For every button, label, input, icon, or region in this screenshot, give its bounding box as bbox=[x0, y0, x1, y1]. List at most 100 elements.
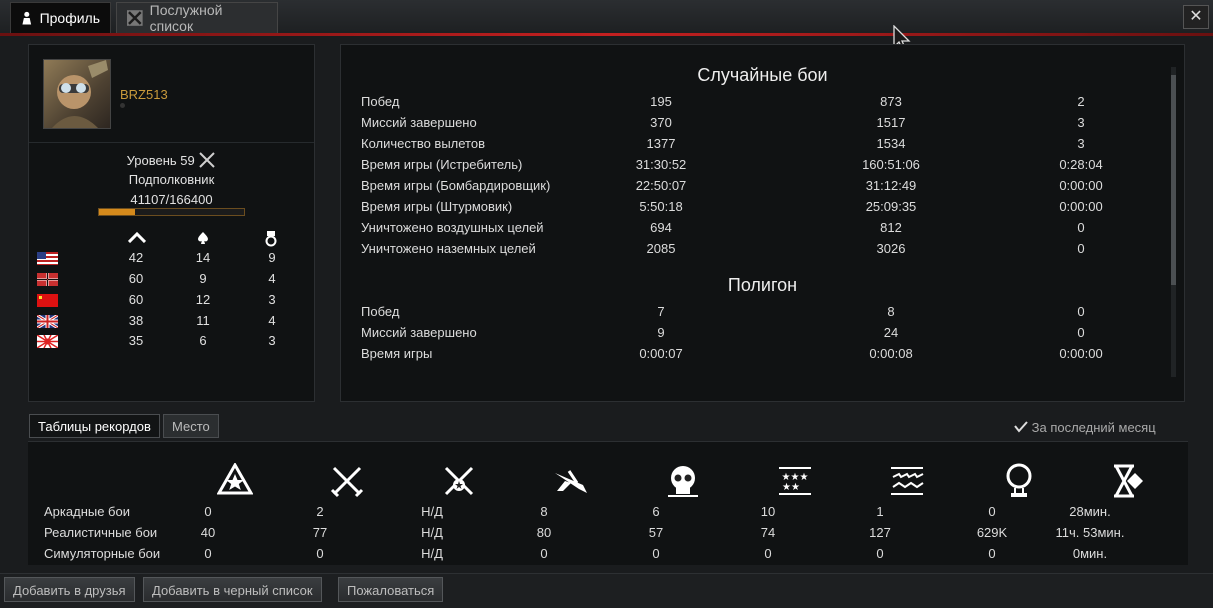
tab-service-record-label: Послужной список bbox=[149, 2, 223, 34]
stat-value: 195 bbox=[650, 94, 672, 109]
record-value: Н/Д bbox=[421, 546, 443, 561]
nation-row: 35 6 3 bbox=[29, 331, 314, 351]
stats-scrollbar[interactable] bbox=[1171, 67, 1176, 377]
germany-flag-icon bbox=[37, 273, 58, 286]
stat-value: 1534 bbox=[876, 136, 906, 151]
record-value: 0 bbox=[764, 546, 772, 561]
record-value: 77 bbox=[312, 525, 328, 540]
record-row: Симуляторные бои 0 0 Н/Д 0 0 0 0 0 0мин. bbox=[44, 546, 1194, 566]
nation-row: 60 9 4 bbox=[29, 269, 314, 289]
record-value: 0 bbox=[876, 546, 884, 561]
record-value: 0мин. bbox=[1072, 546, 1108, 561]
stat-label: Время игры bbox=[361, 346, 433, 361]
month-filter-label: За последний месяц bbox=[1031, 420, 1156, 435]
crossed-swords-star-icon bbox=[444, 466, 474, 496]
stat-value: 873 bbox=[880, 94, 902, 109]
stat-value: 3026 bbox=[876, 241, 906, 256]
record-label: Симуляторные бои bbox=[44, 546, 161, 561]
level-line: Уровень 59 bbox=[29, 152, 314, 168]
tab-service-record[interactable]: Послужной список bbox=[116, 2, 278, 34]
tab-profile[interactable]: Профиль bbox=[10, 2, 111, 33]
add-blacklist-button[interactable]: Добавить в черный список bbox=[143, 577, 322, 602]
stat-row: Время игры 0:00:07 0:00:08 0:00:00 bbox=[361, 346, 1121, 366]
month-filter-checkbox[interactable]: За последний месяц bbox=[1014, 420, 1156, 435]
skull-icon bbox=[668, 466, 698, 497]
rank-title: Подполковник bbox=[128, 172, 215, 187]
stat-value: 1517 bbox=[876, 115, 906, 130]
record-value: 74 bbox=[760, 525, 776, 540]
record-value: 0 bbox=[988, 546, 996, 561]
avatar[interactable] bbox=[43, 59, 111, 129]
stat-value: 3 bbox=[1077, 115, 1085, 130]
tab-records-tables[interactable]: Таблицы рекордов bbox=[29, 414, 160, 438]
nation-value: 42 bbox=[128, 250, 144, 265]
tab-place[interactable]: Место bbox=[163, 414, 219, 438]
random-battles-title: Случайные бои bbox=[697, 65, 828, 85]
pilot-icon bbox=[22, 11, 32, 25]
record-label: Реалистичные бои bbox=[44, 525, 158, 540]
report-button[interactable]: Пожаловаться bbox=[338, 577, 444, 602]
stat-row: Побед 195 873 2 bbox=[361, 94, 1121, 114]
nation-value: 38 bbox=[128, 313, 144, 328]
nation-value: 9 bbox=[268, 250, 276, 265]
stat-row: Уничтожено воздушных целей 694 812 0 bbox=[361, 220, 1121, 240]
tab-profile-label: Профиль bbox=[39, 10, 100, 26]
stat-row: Время игры (Бомбардировщик) 22:50:07 31:12… bbox=[361, 178, 1121, 198]
close-icon: ✕ bbox=[1189, 8, 1203, 25]
plane-dive-icon bbox=[555, 470, 587, 493]
record-value: Н/Д bbox=[421, 504, 443, 519]
nation-row: 38 11 4 bbox=[29, 311, 314, 331]
stat-value: 2085 bbox=[646, 241, 676, 256]
stat-value: 0 bbox=[1077, 325, 1085, 340]
stat-row: Миссий завершено 370 1517 3 bbox=[361, 115, 1121, 135]
nation-value: 12 bbox=[195, 292, 211, 307]
svg-text:★★: ★★ bbox=[782, 482, 800, 493]
stat-label: Миссий завершено bbox=[361, 115, 477, 130]
nation-value: 3 bbox=[268, 292, 276, 307]
stat-value: 8 bbox=[887, 304, 895, 319]
record-label: Аркадные бои bbox=[44, 504, 130, 519]
star-badge-icon bbox=[217, 463, 253, 495]
stat-value: 0:00:00 bbox=[1059, 346, 1103, 361]
record-row: Аркадные бои 0 2 Н/Д 8 6 10 1 0 28мин. bbox=[44, 504, 1194, 524]
nation-value: 6 bbox=[199, 333, 207, 348]
nation-value: 60 bbox=[128, 292, 144, 307]
tab-underline bbox=[0, 33, 1213, 36]
stat-row: Уничтожено наземных целей 2085 3026 0 bbox=[361, 241, 1121, 261]
stat-value: 694 bbox=[650, 220, 672, 235]
stat-value: 22:50:07 bbox=[635, 178, 687, 193]
ussr-flag-icon bbox=[37, 294, 58, 307]
stat-row: Время игры (Истребитель) 31:30:52 160:51:0… bbox=[361, 157, 1121, 177]
record-value: 80 bbox=[536, 525, 552, 540]
scrollbar-thumb[interactable] bbox=[1171, 75, 1176, 285]
record-value: 0 bbox=[988, 504, 996, 519]
add-friend-button[interactable]: Добавить в друзья bbox=[4, 577, 135, 602]
stat-row: Время игры (Штурмовик) 5:50:18 25:09:35 0:0… bbox=[361, 199, 1121, 219]
record-value: 57 bbox=[648, 525, 664, 540]
stat-label: Время игры (Штурмовик) bbox=[361, 199, 513, 214]
stat-label: Побед bbox=[361, 304, 400, 319]
crossed-swords-icon bbox=[330, 466, 364, 498]
crossed-planes-icon bbox=[127, 10, 143, 26]
rank-chevron-icon bbox=[122, 231, 152, 246]
stat-value: 0:00:00 bbox=[1059, 178, 1103, 193]
stat-value: 0:00:08 bbox=[869, 346, 913, 361]
nation-value: 35 bbox=[128, 333, 144, 348]
close-button[interactable]: ✕ bbox=[1183, 5, 1209, 29]
stars-flag-icon: ★★★★★ bbox=[779, 467, 811, 495]
stat-label: Время игры (Бомбардировщик) bbox=[361, 178, 551, 193]
record-value: 0 bbox=[204, 504, 212, 519]
stat-value: 0:28:04 bbox=[1059, 157, 1103, 172]
stat-row: Побед 7 8 0 bbox=[361, 304, 1121, 324]
record-row: Реалистичные бои 40 77 Н/Д 80 57 74 127 629K 11ч.… bbox=[44, 525, 1194, 545]
xp-text: 41107/166400 bbox=[130, 192, 213, 207]
stat-value: 5:50:18 bbox=[639, 199, 683, 214]
xp-progress-fill bbox=[99, 209, 135, 215]
stat-value: 0:00:00 bbox=[1059, 199, 1103, 214]
polygon-title: Полигон bbox=[727, 275, 798, 295]
record-value: Н/Д bbox=[421, 525, 443, 540]
online-status-dot bbox=[120, 103, 125, 108]
record-value: 0 bbox=[204, 546, 212, 561]
stat-value: 2 bbox=[1077, 94, 1085, 109]
stat-label: Миссий завершено bbox=[361, 325, 477, 340]
